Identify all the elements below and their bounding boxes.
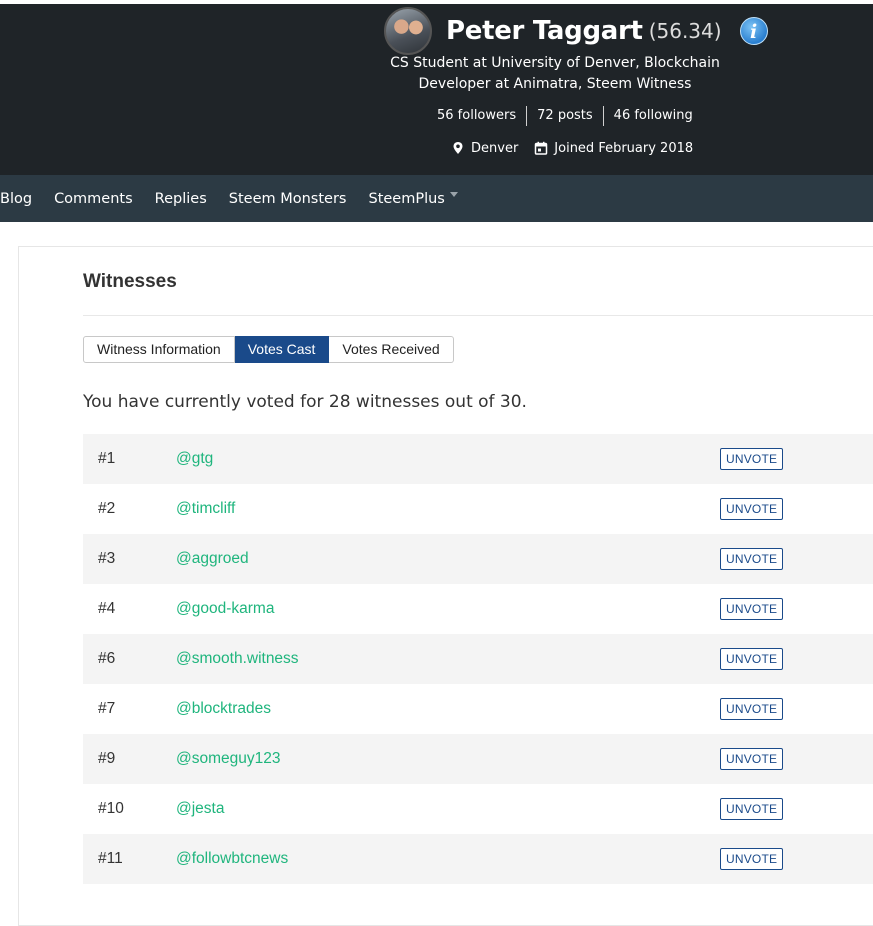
table-row: #1 @gtg UNVOTE	[83, 434, 873, 484]
unvote-button[interactable]: UNVOTE	[720, 448, 784, 470]
witness-rank: #3	[98, 550, 116, 567]
table-row: #6 @smooth.witness UNVOTE	[83, 634, 873, 684]
witness-rank: #7	[98, 700, 116, 717]
followers-link[interactable]: 56 followers	[437, 106, 526, 126]
unvote-button[interactable]: UNVOTE	[720, 648, 784, 670]
location-pin-icon	[453, 142, 463, 154]
profile-meta: Denver Joined February 2018	[451, 138, 709, 158]
nav-comments[interactable]: Comments	[43, 191, 144, 207]
unvote-button[interactable]: UNVOTE	[720, 498, 784, 520]
nav-steemplus-label: SteemPlus	[368, 190, 445, 207]
witness-rank: #9	[98, 750, 116, 767]
location: Denver	[451, 141, 518, 156]
following-link[interactable]: 46 following	[602, 106, 703, 126]
tab-votes-received[interactable]: Votes Received	[329, 336, 454, 363]
unvote-button[interactable]: UNVOTE	[720, 848, 784, 870]
witness-link[interactable]: @blocktrades	[176, 700, 271, 718]
tab-votes-cast[interactable]: Votes Cast	[234, 336, 330, 363]
unvote-button[interactable]: UNVOTE	[720, 548, 784, 570]
profile-row: Peter Taggart (56.34) i	[384, 7, 768, 55]
nav-steem-monsters[interactable]: Steem Monsters	[218, 191, 358, 207]
joined-text: Joined February 2018	[554, 140, 694, 156]
witness-rank: #2	[98, 500, 116, 517]
witness-link[interactable]: @someguy123	[176, 750, 281, 768]
witness-rank: #4	[98, 600, 116, 617]
location-text: Denver	[471, 140, 519, 156]
nav-steemplus-dropdown[interactable]: SteemPlus	[357, 191, 468, 207]
witness-rank: #10	[98, 800, 124, 817]
joined-date: Joined February 2018	[534, 141, 693, 156]
divider	[83, 315, 873, 316]
witness-link[interactable]: @jesta	[176, 800, 224, 818]
table-row: #4 @good-karma UNVOTE	[83, 584, 873, 634]
witness-rank: #1	[98, 450, 116, 467]
witness-link[interactable]: @good-karma	[176, 600, 274, 618]
witness-rank: #6	[98, 650, 116, 667]
witness-tabs: Witness Information Votes Cast Votes Rec…	[83, 336, 454, 363]
unvote-button[interactable]: UNVOTE	[720, 698, 784, 720]
table-row: #9 @someguy123 UNVOTE	[83, 734, 873, 784]
unvote-button[interactable]: UNVOTE	[720, 748, 784, 770]
witness-link[interactable]: @gtg	[176, 450, 213, 468]
avatar[interactable]	[384, 7, 432, 55]
witness-link[interactable]: @followbtcnews	[176, 850, 288, 868]
table-row: #3 @aggroed UNVOTE	[83, 534, 873, 584]
calendar-icon	[535, 141, 548, 155]
witness-link[interactable]: @smooth.witness	[176, 650, 299, 668]
table-row: #2 @timcliff UNVOTE	[83, 484, 873, 534]
section-title: Witnesses	[83, 271, 177, 292]
table-row: #10 @jesta UNVOTE	[83, 784, 873, 834]
profile-nav: Blog Comments Replies Steem Monsters Ste…	[0, 175, 873, 222]
profile-stats: 56 followers 72 posts 46 following	[437, 105, 703, 127]
witness-rank: #11	[98, 850, 123, 867]
posts-count: 72 posts	[526, 106, 603, 126]
nav-replies[interactable]: Replies	[144, 191, 218, 207]
table-row: #7 @blocktrades UNVOTE	[83, 684, 873, 734]
nav-blog[interactable]: Blog	[0, 191, 43, 207]
profile-bio: CS Student at University of Denver, Bloc…	[390, 55, 720, 92]
table-row: #11 @followbtcnews UNVOTE	[83, 834, 873, 884]
info-icon[interactable]: i	[739, 17, 768, 45]
reputation-score: (56.34)	[648, 19, 722, 43]
profile-name: Peter Taggart	[446, 16, 643, 46]
caret-down-icon	[449, 192, 458, 197]
unvote-button[interactable]: UNVOTE	[720, 798, 784, 820]
profile-header: Peter Taggart (56.34) i CS Student at Un…	[0, 4, 873, 175]
witness-vote-table: #1 @gtg UNVOTE #2 @timcliff UNVOTE #3 @aggroed U…	[83, 434, 873, 884]
witness-link[interactable]: @aggroed	[176, 550, 249, 568]
unvote-button[interactable]: UNVOTE	[720, 598, 784, 620]
witness-link[interactable]: @timcliff	[176, 500, 235, 518]
tab-witness-information[interactable]: Witness Information	[83, 336, 235, 363]
vote-summary: You have currently voted for 28 witnesse…	[83, 392, 527, 412]
